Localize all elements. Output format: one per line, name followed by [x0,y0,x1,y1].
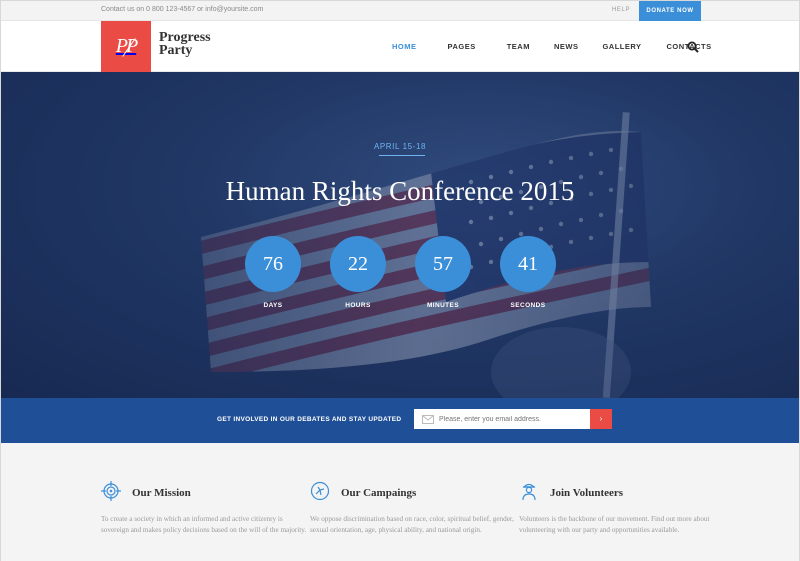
campaign-icon [310,481,330,501]
countdown-value: 41 [500,236,556,292]
feature-text: To create a society in which an informed… [101,515,307,534]
hero-banner: APRIL 15-18 Human Rights Conference 2015… [1,72,799,398]
contact-info: Contact us on 0 800 123-4567 or info@you… [101,6,264,13]
nav-home[interactable]: HOME [392,42,417,51]
email-field-wrapper [414,409,590,429]
nav-gallery[interactable]: GALLERY [602,42,641,51]
volunteer-icon [522,483,536,501]
date-underline [379,155,425,156]
countdown-value: 57 [415,236,471,292]
event-date: APRIL 15-18 [373,142,427,151]
main-nav: HOME PAGES TEAM NEWS GALLERY CONTACTS [381,21,712,72]
subscribe-band: GET INVOLVED IN OUR DEBATES AND STAY UPD… [1,398,799,443]
feature-text: We oppose discrimination based on race, … [310,515,514,534]
site-header: PP Progress Party HOME PAGES TEAM NEWS G… [1,21,799,72]
email-input[interactable] [439,415,579,423]
countdown-minutes: 57 MINUTES [415,236,471,309]
feature-title: Join Volunteers [550,487,624,499]
countdown-hours: 22 HOURS [330,236,386,309]
subscribe-button[interactable]: › [590,409,612,429]
feature-title: Our Campaings [341,487,417,499]
top-bar: Contact us on 0 800 123-4567 or info@you… [1,1,799,21]
feature-text: Volunteers is the backbone of our moveme… [519,515,710,534]
countdown-label: MINUTES [426,302,460,309]
countdown-seconds: 41 SECONDS [500,236,556,309]
logo[interactable]: PP [101,21,151,72]
brand-line-2: Party [159,43,193,58]
countdown-value: 76 [245,236,301,292]
help-link[interactable]: HELP [612,7,630,13]
target-icon [101,481,121,501]
countdown-label: SECONDS [510,302,546,309]
countdown-label: HOURS [345,302,371,309]
mail-icon [422,414,434,424]
nav-team[interactable]: TEAM [507,42,530,51]
countdown-days: 76 DAYS [245,236,301,309]
subscribe-text: GET INVOLVED IN OUR DEBATES AND STAY UPD… [217,416,402,423]
features-section: Our Mission To create a society in which… [1,443,799,561]
countdown-value: 22 [330,236,386,292]
donate-button[interactable]: DONATE NOW [639,1,701,21]
feature-title: Our Mission [132,487,191,499]
brand-name: Progress Party [159,31,211,58]
flag-background-image [1,72,799,398]
nav-pages[interactable]: PAGES [448,42,476,51]
event-title: Human Rights Conference 2015 [225,176,575,206]
nav-news[interactable]: NEWS [554,42,579,51]
logo-text: PP [115,35,138,57]
countdown-label: DAYS [263,302,283,309]
search-icon[interactable] [687,41,699,53]
